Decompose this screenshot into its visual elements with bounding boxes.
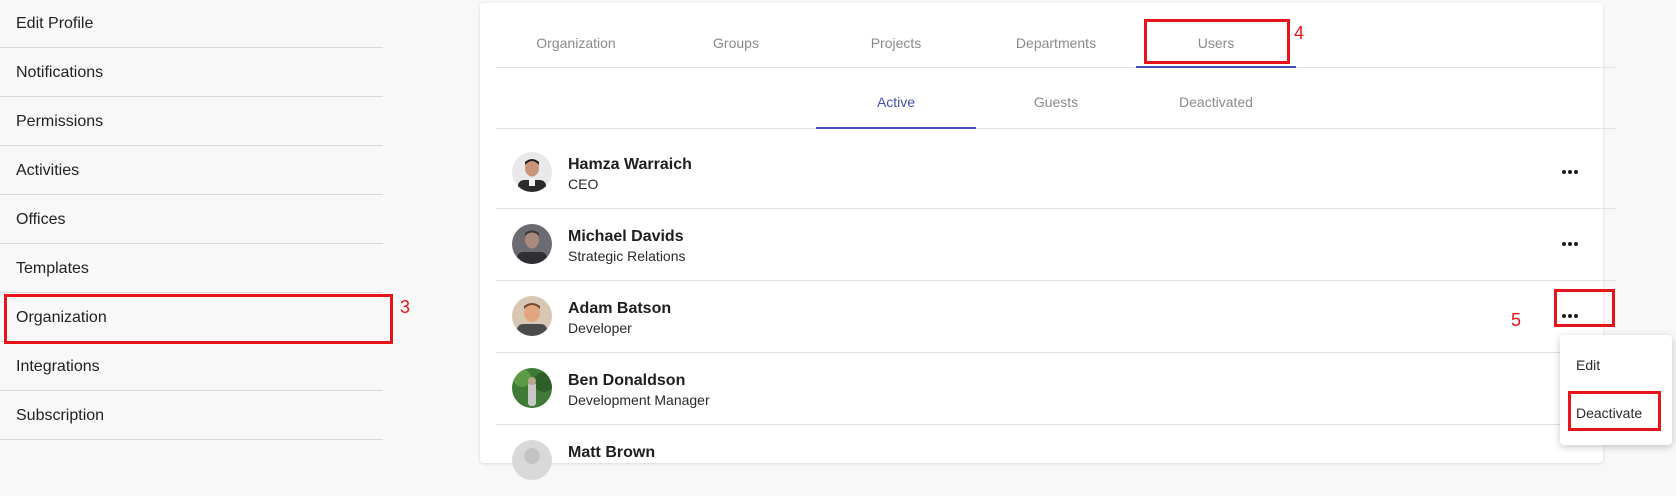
subtab-guests[interactable]: Guests	[976, 67, 1136, 128]
user-name: Ben Donaldson	[568, 372, 686, 389]
sidebar-item-offices[interactable]: Offices	[0, 196, 383, 244]
tab-departments[interactable]: Departments	[976, 3, 1136, 67]
menu-item-deactivate[interactable]: Deactivate	[1576, 405, 1642, 421]
user-role: Strategic Relations	[568, 248, 686, 264]
user-row: Adam Batson Developer	[496, 280, 1616, 353]
sub-tab-bar: Active Guests Deactivated	[496, 67, 1616, 129]
sidebar-item-permissions[interactable]: Permissions	[0, 98, 383, 146]
sidebar-item-activities[interactable]: Activities	[0, 147, 383, 195]
sidebar-item-label: Subscription	[16, 407, 105, 424]
subtab-label: Active	[876, 94, 916, 110]
sidebar-item-notifications[interactable]: Notifications	[0, 49, 383, 97]
subtab-active[interactable]: Active	[816, 67, 976, 129]
tab-label: Users	[1197, 35, 1235, 51]
sidebar-item-subscription[interactable]: Subscription	[0, 392, 383, 440]
more-options-icon[interactable]	[1554, 300, 1586, 332]
tab-label: Departments	[1015, 35, 1097, 51]
menu-item-edit[interactable]: Edit	[1576, 357, 1600, 373]
subtab-label: Deactivated	[1179, 94, 1253, 110]
user-role: Developer	[568, 320, 632, 336]
avatar	[512, 152, 552, 192]
subtab-deactivated[interactable]: Deactivated	[1136, 67, 1296, 128]
tab-groups[interactable]: Groups	[656, 3, 816, 67]
tab-users[interactable]: Users	[1136, 3, 1296, 68]
sidebar-item-organization[interactable]: Organization	[0, 294, 383, 342]
user-role: CEO	[568, 176, 599, 192]
sidebar-item-label: Organization	[16, 309, 107, 326]
organization-panel: Organization Groups Projects Departments…	[480, 3, 1616, 480]
avatar	[512, 368, 552, 408]
more-options-icon[interactable]	[1554, 228, 1586, 260]
tab-label: Projects	[870, 35, 922, 51]
user-row: Michael Davids Strategic Relations	[496, 208, 1616, 281]
user-name: Adam Batson	[568, 300, 672, 317]
sidebar-item-label: Permissions	[16, 113, 104, 130]
user-row: Hamza Warraich CEO	[496, 136, 1616, 209]
tab-label: Groups	[713, 35, 759, 51]
main-tab-bar: Organization Groups Projects Departments…	[496, 3, 1616, 68]
more-options-icon[interactable]	[1554, 156, 1586, 188]
sidebar-item-label: Activities	[16, 162, 80, 179]
user-row: Matt Brown	[496, 424, 1616, 496]
avatar	[512, 296, 552, 336]
sidebar-item-label: Templates	[16, 260, 89, 277]
avatar	[512, 440, 552, 480]
tab-projects[interactable]: Projects	[816, 3, 976, 67]
sidebar-item-integrations[interactable]: Integrations	[0, 343, 383, 391]
annotation-number: 3	[400, 297, 411, 317]
user-role: Development Manager	[568, 392, 710, 408]
user-name: Michael Davids	[568, 228, 684, 245]
tab-organization[interactable]: Organization	[496, 3, 656, 67]
user-name: Matt Brown	[568, 444, 656, 461]
user-row: Ben Donaldson Development Manager	[496, 352, 1616, 425]
user-name: Hamza Warraich	[568, 156, 692, 173]
sidebar-item-label: Notifications	[16, 64, 104, 81]
subtab-label: Guests	[1033, 94, 1079, 110]
sidebar-item-label: Offices	[16, 211, 66, 228]
sidebar-item-templates[interactable]: Templates	[0, 245, 383, 293]
settings-sidebar: Edit Profile Notifications Permissions A…	[0, 0, 384, 451]
avatar	[512, 224, 552, 264]
annotation-number: 5	[1511, 310, 1522, 330]
annotation-number: 4	[1294, 23, 1305, 43]
tab-label: Organization	[536, 35, 616, 51]
user-actions-menu: Edit Deactivate	[1560, 335, 1672, 445]
sidebar-item-label: Edit Profile	[16, 15, 94, 32]
sidebar-item-label: Integrations	[16, 358, 100, 375]
sidebar-item-edit-profile[interactable]: Edit Profile	[0, 0, 383, 48]
